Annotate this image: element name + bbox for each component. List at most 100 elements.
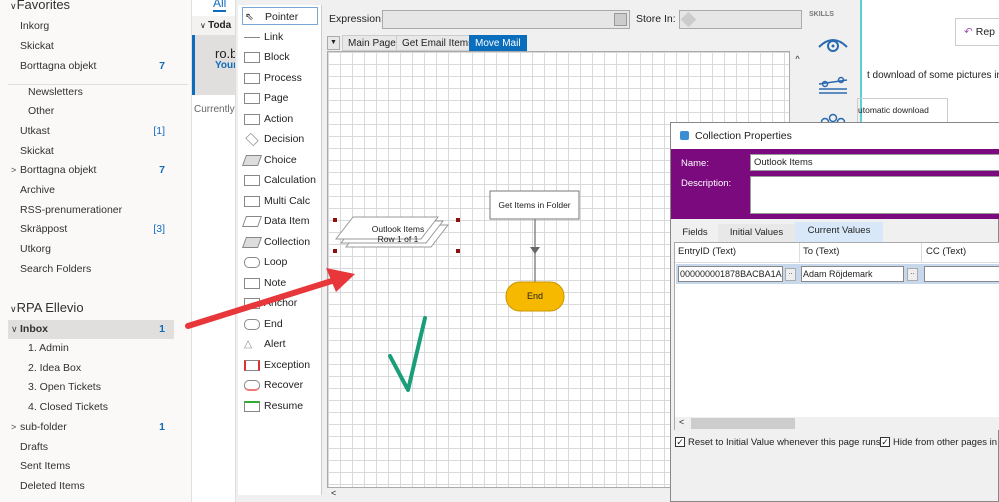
folder-skrappost[interactable]: Skräppost [3]: [20, 220, 175, 238]
tool-recover[interactable]: Recover: [242, 376, 318, 394]
column-header-to[interactable]: To (Text): [803, 246, 839, 257]
folder-inbox[interactable]: ∨ Inbox 1: [11, 320, 175, 338]
folder-sub-folder[interactable]: > sub-folder 1: [11, 418, 175, 436]
folder-open-tickets[interactable]: 3. Open Tickets: [28, 378, 183, 396]
folder-sent-items[interactable]: Sent Items: [20, 457, 175, 475]
chevron-right-icon[interactable]: >: [11, 418, 16, 436]
column-header-cc[interactable]: CC (Text): [926, 246, 966, 257]
unread-count: 1: [159, 323, 165, 335]
tool-exception[interactable]: Exception: [242, 356, 318, 374]
tool-process[interactable]: Process: [242, 69, 318, 87]
folder-admin[interactable]: 1. Admin: [28, 339, 183, 357]
folder-borttagna-2[interactable]: > Borttagna objekt 7: [11, 161, 175, 179]
tab-get-email-items[interactable]: Get Email Items: [396, 35, 480, 51]
tool-pointer[interactable]: ⇖ Pointer: [242, 7, 318, 25]
expression-input[interactable]: [382, 10, 630, 29]
checkbox-checked-icon[interactable]: ✓: [675, 437, 685, 448]
eye-icon[interactable]: [817, 35, 849, 55]
entryid-cell[interactable]: 000000001878BACBA1A: [678, 266, 783, 282]
group-header-today[interactable]: ∨ Toda: [192, 16, 235, 35]
multi-calc-tool-icon: [244, 195, 260, 207]
folder-utkast[interactable]: Utkast [1]: [20, 122, 175, 140]
entryid-ellipsis-button[interactable]: ..: [785, 268, 796, 281]
tool-label: Calculation: [264, 174, 316, 186]
tool-block[interactable]: Block: [242, 48, 318, 66]
block-tool-icon: [244, 52, 260, 63]
scroll-left-icon[interactable]: <: [679, 417, 684, 427]
tool-calculation[interactable]: Calculation: [242, 171, 318, 189]
folder-borttagna[interactable]: Borttagna objekt 7: [20, 57, 175, 75]
cc-cell[interactable]: [924, 266, 999, 282]
dialog-title: Collection Properties: [695, 130, 792, 142]
name-input[interactable]: Outlook Items: [750, 154, 999, 171]
page-dropdown-button[interactable]: ▼: [327, 36, 340, 50]
tool-alert[interactable]: △ Alert: [242, 335, 318, 353]
reply-button[interactable]: ↶ Rep: [955, 18, 999, 46]
end-tool-icon: [244, 318, 260, 330]
tool-resume[interactable]: Resume: [242, 397, 318, 415]
tool-collection[interactable]: Collection: [241, 233, 318, 251]
to-cell[interactable]: Adam Röjdemark: [801, 266, 904, 282]
scroll-up-icon[interactable]: ^: [790, 54, 805, 64]
reset-checkbox[interactable]: ✓ Reset to Initial Value whenever this pa…: [675, 437, 881, 448]
flow-skill-icon[interactable]: [819, 76, 849, 96]
tool-decision[interactable]: Decision: [242, 130, 318, 148]
folder-label: Borttagna objekt: [20, 164, 97, 176]
calculator-icon[interactable]: [614, 13, 627, 26]
grid-horizontal-scrollbar[interactable]: <: [675, 417, 999, 430]
tool-loop[interactable]: Loop: [242, 253, 318, 271]
favorites-header[interactable]: ∨Favorites: [10, 0, 165, 14]
tool-note[interactable]: Note: [242, 274, 318, 292]
tool-link[interactable]: Link: [242, 28, 318, 46]
folder-other[interactable]: Other: [28, 102, 183, 120]
description-input[interactable]: [750, 176, 999, 214]
folder-archive[interactable]: Archive: [20, 181, 175, 199]
chevron-right-icon[interactable]: >: [11, 161, 16, 179]
folder-search[interactable]: Search Folders: [20, 260, 175, 278]
folder-newsletters[interactable]: Newsletters: [28, 83, 183, 101]
hide-label: Hide from other pages in the: [893, 437, 999, 448]
account-header[interactable]: ∨RPA Ellevio: [10, 299, 165, 317]
folder-drafts[interactable]: Drafts: [20, 438, 175, 456]
tool-page[interactable]: Page: [242, 89, 318, 107]
folder-inkorg[interactable]: Inkorg: [20, 17, 175, 35]
scroll-left-icon[interactable]: <: [331, 488, 336, 498]
tab-fields[interactable]: Fields: [674, 224, 716, 242]
folder-label: Utkast: [20, 125, 50, 137]
folder-deleted-items[interactable]: Deleted Items: [20, 477, 175, 495]
tool-multi-calc[interactable]: Multi Calc: [242, 192, 318, 210]
tab-main-page[interactable]: Main Page: [342, 35, 402, 51]
folder-utkorg[interactable]: Utkorg: [20, 240, 175, 258]
collection-icon: [680, 131, 689, 140]
tool-end[interactable]: End: [242, 315, 318, 333]
folder-skickat[interactable]: Skickat: [20, 37, 175, 55]
folder-label: 2. Idea Box: [28, 362, 82, 374]
to-ellipsis-button[interactable]: ..: [907, 268, 918, 281]
tool-action[interactable]: Action: [242, 110, 318, 128]
folder-idea-box[interactable]: 2. Idea Box: [28, 359, 183, 377]
tab-current-values[interactable]: Current Values: [795, 222, 883, 242]
hide-checkbox[interactable]: ✓Hide from other pages in the: [880, 437, 999, 448]
mail-item-selected[interactable]: ro.b Your: [192, 35, 235, 95]
link-tool-icon: [244, 36, 260, 38]
scrollbar-thumb[interactable]: [691, 418, 795, 429]
dialog-title-bar[interactable]: Collection Properties: [671, 123, 999, 149]
tool-choice[interactable]: Choice: [241, 151, 318, 169]
filter-all-tab[interactable]: All: [213, 0, 227, 12]
checkbox-checked-icon[interactable]: ✓: [880, 437, 890, 448]
column-header-entryid[interactable]: EntryID (Text): [678, 246, 736, 257]
tab-move-mail[interactable]: Move Mail: [469, 35, 527, 51]
folder-rss[interactable]: RSS-prenumerationer: [20, 201, 175, 219]
choice-tool-icon: [241, 154, 263, 166]
tool-label: Pointer: [265, 11, 299, 23]
chevron-down-icon[interactable]: ∨: [11, 320, 18, 338]
tool-anchor[interactable]: Anchor: [242, 294, 318, 312]
tab-initial-values[interactable]: Initial Values: [718, 224, 795, 242]
folder-label: sub-folder: [20, 421, 67, 433]
store-in-input[interactable]: [679, 10, 802, 29]
folder-label: Borttagna objekt: [20, 60, 97, 72]
folder-closed-tickets[interactable]: 4. Closed Tickets: [28, 398, 183, 416]
tool-data-item[interactable]: Data Item: [241, 212, 318, 230]
tool-label: Choice: [264, 153, 297, 166]
folder-skickat-2[interactable]: Skickat: [20, 142, 175, 160]
